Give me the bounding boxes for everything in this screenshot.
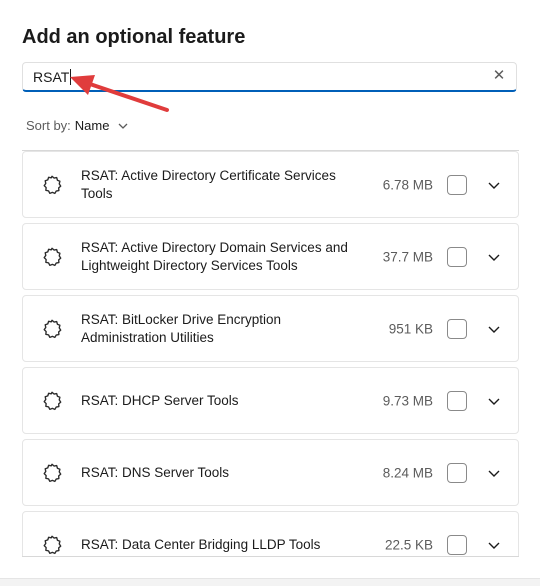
puzzle-gear-icon [43,535,62,555]
feature-checkbox[interactable] [447,318,467,339]
chevron-down-icon[interactable] [485,392,503,410]
puzzle-gear-icon [43,247,62,267]
feature-size: 37.7 MB [382,249,433,264]
optional-feature-dialog: Add an optional feature RSAT ✕ Sort by: … [0,0,540,578]
feature-name: RSAT: Active Directory Certificate Servi… [81,167,336,201]
puzzle-gear-icon [43,319,62,339]
feature-name: RSAT: DHCP Server Tools [81,392,239,408]
feature-row[interactable]: RSAT: Active Directory Domain Services a… [22,223,519,290]
search-input[interactable]: RSAT ✕ [22,62,517,92]
chevron-down-icon[interactable] [485,320,503,338]
feature-size: 8.24 MB [382,465,433,480]
feature-name: RSAT: DNS Server Tools [81,464,230,480]
chevron-down-icon[interactable] [485,536,503,554]
puzzle-gear-icon [43,463,62,483]
feature-row[interactable]: RSAT: BitLocker Drive Encryption Adminis… [22,295,519,362]
feature-size: 22.5 KB [384,537,433,552]
feature-name: RSAT: Active Directory Domain Services a… [81,239,348,273]
text-caret [70,69,72,85]
feature-row[interactable]: RSAT: Active Directory Certificate Servi… [22,151,519,218]
chevron-down-icon [119,123,128,129]
feature-size: 951 KB [388,321,433,336]
feature-name: RSAT: BitLocker Drive Encryption Adminis… [81,311,282,345]
feature-size: 6.78 MB [382,177,433,192]
feature-list[interactable]: RSAT: Active Directory Certificate Servi… [22,150,519,557]
feature-row[interactable]: RSAT: DHCP Server Tools 9.73 MB [22,367,519,434]
sort-value: Name [74,118,110,133]
chevron-down-icon[interactable] [485,176,503,194]
puzzle-gear-icon [43,175,62,195]
chevron-down-icon[interactable] [485,248,503,266]
feature-row[interactable]: RSAT: Data Center Bridging LLDP Tools 22… [22,511,519,556]
sort-dropdown[interactable]: Sort by: Name [26,118,129,133]
sort-label: Sort by: [26,118,71,133]
feature-checkbox[interactable] [447,534,467,555]
feature-checkbox[interactable] [447,246,467,267]
puzzle-gear-icon [43,391,62,411]
feature-checkbox[interactable] [447,174,467,195]
feature-size: 9.73 MB [382,393,433,408]
feature-name: RSAT: Data Center Bridging LLDP Tools [81,536,321,552]
close-icon[interactable]: ✕ [490,67,508,85]
feature-row[interactable]: RSAT: DNS Server Tools 8.24 MB [22,439,519,506]
dialog-title: Add an optional feature [22,26,246,48]
search-input-value: RSAT [33,69,70,85]
chevron-down-icon[interactable] [485,464,503,482]
feature-checkbox[interactable] [447,462,467,483]
feature-checkbox[interactable] [447,390,467,411]
